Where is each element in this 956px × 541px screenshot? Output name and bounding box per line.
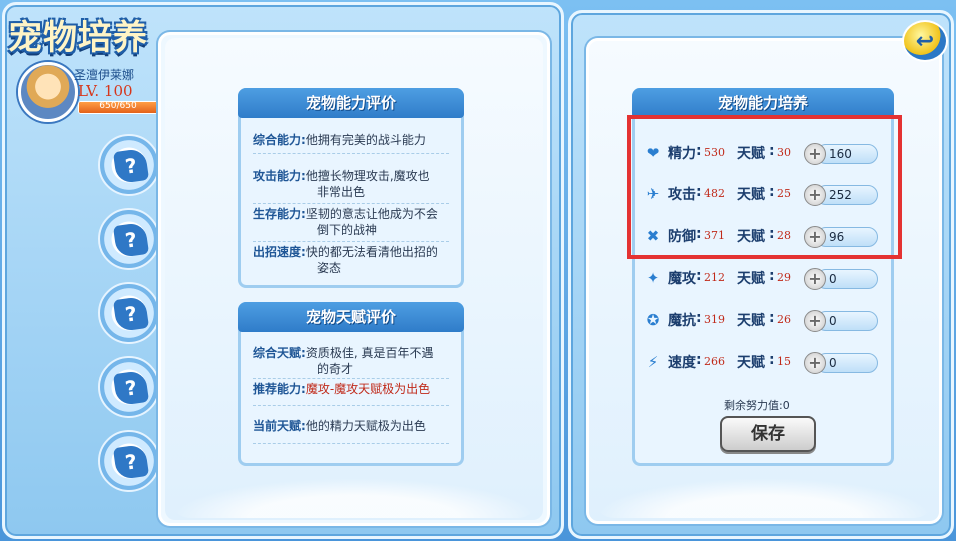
row-value-cont: 非常出色 bbox=[317, 185, 366, 199]
row-label: 综合能力: bbox=[253, 133, 306, 147]
stat-row-magic-attack: ✦ 魔攻: 212 天赋: 29 0 + bbox=[644, 268, 884, 290]
training-title: 宠物能力培养 bbox=[632, 88, 894, 118]
ability-eval-title: 宠物能力评价 bbox=[238, 88, 464, 118]
ability-row-overall: 综合能力:他拥有完美的战斗能力 bbox=[253, 132, 426, 148]
row-value-cont: 姿态 bbox=[317, 261, 342, 275]
add-effort-button[interactable]: + bbox=[804, 310, 826, 332]
talent-value: 29 bbox=[777, 271, 791, 284]
talent-row-overall: 综合天赋:资质极佳, 真是百年不遇的奇才 bbox=[253, 345, 463, 377]
remaining-effort-value: 0 bbox=[782, 399, 790, 412]
cloud-decoration bbox=[170, 478, 538, 518]
stat-row-magic-defense: ✪ 魔抗: 319 天赋: 26 0 + bbox=[644, 310, 884, 332]
talent-label: 天赋 bbox=[737, 271, 765, 287]
talent-eval-title: 宠物天赋评价 bbox=[238, 302, 464, 332]
colon: : bbox=[769, 268, 775, 284]
pet-slot-4[interactable]: ? bbox=[98, 356, 160, 418]
stat-row-speed: ⚡ 速度: 266 天赋: 15 0 + bbox=[644, 352, 884, 374]
row-value: 魔攻-魔攻天赋极为出色 bbox=[305, 382, 431, 396]
magic-defense-icon: ✪ bbox=[646, 311, 660, 329]
question-icon: ? bbox=[112, 295, 150, 333]
question-icon: ? bbox=[112, 221, 150, 259]
talent-row-current: 当前天赋:他的精力天赋极为出色 bbox=[253, 418, 463, 434]
row-label: 推荐能力: bbox=[253, 382, 306, 396]
colon: : bbox=[769, 310, 775, 326]
ability-row-speed: 出招速度:快的都无法看清他出招的姿态 bbox=[253, 244, 463, 276]
cloud-decoration bbox=[594, 478, 934, 518]
stat-value: 319 bbox=[704, 313, 725, 326]
talent-label: 天赋 bbox=[737, 313, 765, 329]
stat-name: 速度 bbox=[668, 355, 696, 371]
talent-value: 26 bbox=[777, 313, 791, 326]
row-value: 他擅长物理攻击,魔攻也 bbox=[305, 169, 430, 183]
stat-name: 魔抗 bbox=[668, 313, 696, 329]
stat-value: 212 bbox=[704, 271, 725, 284]
talent-label: 天赋 bbox=[737, 355, 765, 371]
add-effort-button[interactable]: + bbox=[804, 268, 826, 290]
magic-attack-icon: ✦ bbox=[646, 269, 660, 287]
row-value: 坚韧的意志让他成为不会 bbox=[305, 207, 438, 221]
question-icon: ? bbox=[112, 147, 150, 185]
question-icon: ? bbox=[112, 369, 150, 407]
ability-eval-card: 宠物能力评价 综合能力:他拥有完美的战斗能力 攻击能力:他擅长物理攻击,魔攻也非… bbox=[238, 88, 464, 288]
colon: : bbox=[696, 352, 702, 368]
row-value: 快的都无法看清他出招的 bbox=[305, 245, 438, 259]
row-value: 资质极佳, 真是百年不遇 bbox=[305, 346, 434, 360]
page-title: 宠物培养 bbox=[8, 18, 148, 58]
row-label: 出招速度: bbox=[253, 245, 306, 259]
talent-eval-card: 宠物天赋评价 综合天赋:资质极佳, 真是百年不遇的奇才 推荐能力:魔攻-魔攻天赋… bbox=[238, 302, 464, 466]
stat-value: 266 bbox=[704, 355, 725, 368]
row-value-cont: 的奇才 bbox=[317, 362, 354, 376]
talent-value: 15 bbox=[777, 355, 791, 368]
pet-name: 圣澶伊莱娜 bbox=[74, 68, 135, 82]
hp-bar: 650/650 bbox=[78, 101, 158, 114]
hp-text: 650/650 bbox=[99, 101, 137, 111]
highlight-box bbox=[627, 115, 902, 259]
divider bbox=[253, 405, 449, 406]
back-arrow-icon: ↩ bbox=[915, 29, 935, 54]
divider bbox=[253, 378, 449, 379]
divider bbox=[253, 153, 449, 154]
pet-level: LV. 100 bbox=[78, 82, 133, 100]
stat-name: 魔攻 bbox=[668, 271, 696, 287]
divider bbox=[253, 203, 449, 204]
colon: : bbox=[696, 268, 702, 284]
row-value: 他拥有完美的战斗能力 bbox=[305, 133, 426, 147]
pet-slot-2[interactable]: ? bbox=[98, 208, 160, 270]
row-label: 当前天赋: bbox=[253, 419, 306, 433]
row-label: 攻击能力: bbox=[253, 169, 306, 183]
colon: : bbox=[696, 310, 702, 326]
divider bbox=[253, 443, 449, 444]
back-button[interactable]: ↩ bbox=[902, 20, 948, 62]
divider bbox=[253, 241, 449, 242]
pet-avatar[interactable] bbox=[18, 62, 78, 122]
save-button[interactable]: 保存 bbox=[720, 416, 816, 452]
pet-slot-3[interactable]: ? bbox=[98, 282, 160, 344]
remaining-effort-label: 剩余努力值: bbox=[724, 399, 783, 412]
ability-row-survival: 生存能力:坚韧的意志让他成为不会倒下的战神 bbox=[253, 206, 463, 238]
game-window: 宠物培养 圣澶伊莱娜 LV. 100 650/650 ? ? ? ? ? 宠物能… bbox=[0, 0, 956, 541]
pet-slot-5[interactable]: ? bbox=[98, 430, 160, 492]
pet-slot-1[interactable]: ? bbox=[98, 134, 160, 196]
ability-row-attack: 攻击能力:他擅长物理攻击,魔攻也非常出色 bbox=[253, 168, 458, 200]
talent-row-recommend: 推荐能力:魔攻-魔攻天赋极为出色 bbox=[253, 381, 463, 397]
row-label: 综合天赋: bbox=[253, 346, 306, 360]
add-effort-button[interactable]: + bbox=[804, 352, 826, 374]
speed-icon: ⚡ bbox=[647, 353, 659, 371]
colon: : bbox=[769, 352, 775, 368]
row-value: 他的精力天赋极为出色 bbox=[305, 419, 426, 433]
row-value-cont: 倒下的战神 bbox=[317, 223, 378, 237]
row-label: 生存能力: bbox=[253, 207, 306, 221]
remaining-effort: 剩余努力值:0 bbox=[724, 397, 790, 413]
question-icon: ? bbox=[112, 443, 150, 481]
